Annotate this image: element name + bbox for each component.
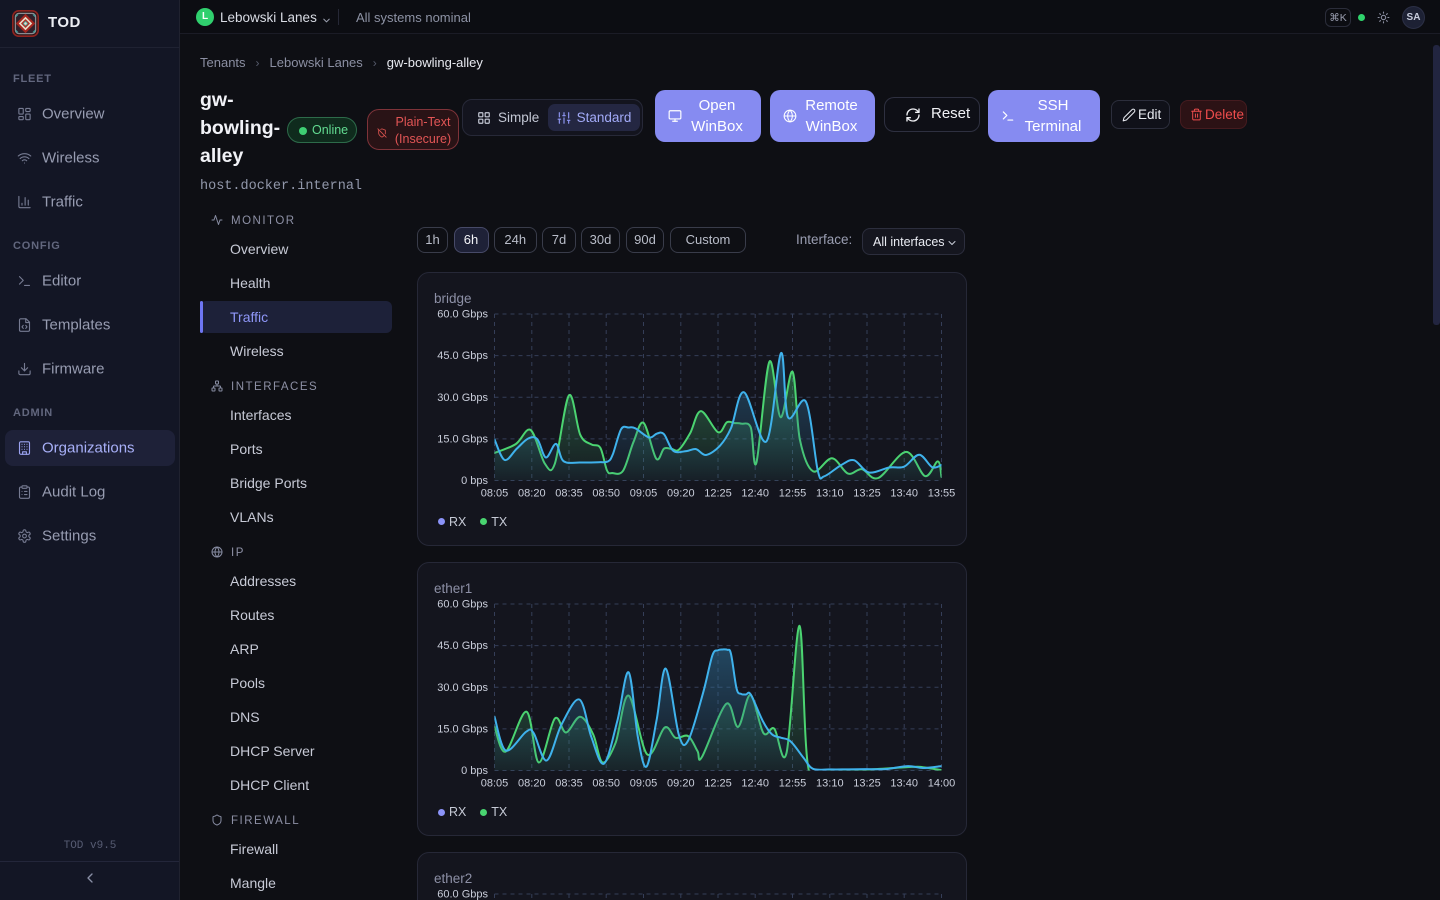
svg-text:08:35: 08:35 [555,487,583,499]
svg-text:13:10: 13:10 [816,487,844,499]
svg-text:13:40: 13:40 [890,778,918,790]
svg-text:08:05: 08:05 [481,487,509,499]
svg-text:09:20: 09:20 [667,778,695,790]
svg-text:13:55: 13:55 [928,487,956,499]
svg-text:12:40: 12:40 [741,778,769,790]
svg-text:0 bps: 0 bps [461,765,488,777]
svg-text:08:20: 08:20 [518,778,546,790]
svg-text:45.0 Gbps: 45.0 Gbps [437,350,488,362]
svg-text:08:35: 08:35 [555,778,583,790]
svg-text:08:20: 08:20 [518,487,546,499]
svg-text:12:55: 12:55 [779,487,807,499]
svg-text:09:05: 09:05 [630,778,658,790]
svg-text:08:05: 08:05 [481,778,509,790]
svg-text:12:25: 12:25 [704,487,732,499]
svg-text:60.0 Gbps: 60.0 Gbps [437,889,488,900]
svg-text:08:50: 08:50 [592,487,620,499]
svg-text:15.0 Gbps: 15.0 Gbps [437,433,488,445]
svg-text:13:10: 13:10 [816,778,844,790]
svg-text:12:40: 12:40 [741,487,769,499]
svg-text:45.0 Gbps: 45.0 Gbps [437,640,488,652]
svg-text:08:50: 08:50 [592,778,620,790]
svg-text:12:25: 12:25 [704,778,732,790]
svg-text:60.0 Gbps: 60.0 Gbps [437,599,488,611]
svg-text:30.0 Gbps: 30.0 Gbps [437,682,488,694]
svg-text:13:40: 13:40 [890,487,918,499]
svg-text:15.0 Gbps: 15.0 Gbps [437,724,488,736]
svg-text:09:20: 09:20 [667,487,695,499]
svg-text:30.0 Gbps: 30.0 Gbps [437,391,488,403]
svg-text:09:05: 09:05 [630,487,658,499]
svg-text:0 bps: 0 bps [461,475,488,487]
svg-text:14:00: 14:00 [928,778,956,790]
svg-text:13:25: 13:25 [853,487,881,499]
svg-text:12:55: 12:55 [779,778,807,790]
svg-text:13:25: 13:25 [853,778,881,790]
svg-text:60.0 Gbps: 60.0 Gbps [437,308,488,320]
